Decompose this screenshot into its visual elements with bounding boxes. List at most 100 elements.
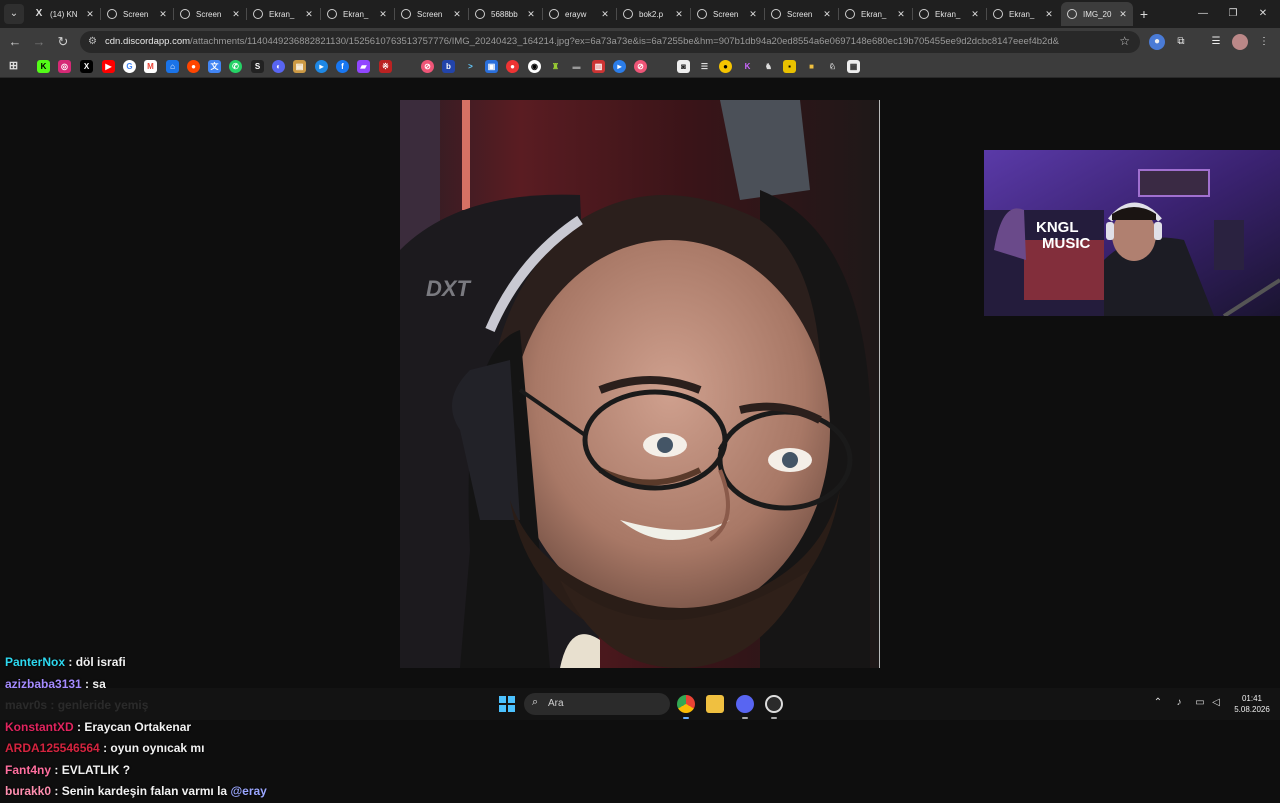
- system-clock[interactable]: 01:41 5.08.2026: [1232, 693, 1272, 715]
- close-window-button[interactable]: ✕: [1248, 4, 1278, 24]
- extension-icon[interactable]: ●: [1149, 34, 1165, 50]
- tab-close-icon[interactable]: ✕: [303, 9, 315, 20]
- bookmark-icon-7[interactable]: ⌂: [166, 60, 179, 73]
- chrome-taskbar-icon[interactable]: [677, 695, 695, 713]
- bookmark-icon-33[interactable]: ♞: [762, 60, 775, 73]
- browser-tab[interactable]: IMG_20 ✕: [1061, 2, 1133, 26]
- file-explorer-taskbar-icon[interactable]: [706, 695, 724, 713]
- obs-taskbar-icon[interactable]: [765, 695, 783, 713]
- browser-menu-icon[interactable]: ⋮: [1256, 34, 1272, 50]
- bookmark-star-icon[interactable]: ☆: [1119, 34, 1130, 48]
- bookmark-icon-13[interactable]: ▤: [293, 60, 306, 73]
- address-bar[interactable]: ⚙ cdn.discordapp.com/attachments/1140449…: [80, 31, 1140, 53]
- bookmark-icon-21[interactable]: ▣: [485, 60, 498, 73]
- facebook-bookmark-icon[interactable]: f: [336, 60, 349, 73]
- bookmark-icon-34[interactable]: ▪: [783, 60, 796, 73]
- bookmark-icon-19[interactable]: b: [442, 60, 455, 73]
- browser-tab[interactable]: Ekran_ ✕: [913, 2, 985, 26]
- folder-bookmark-icon[interactable]: ■: [805, 60, 818, 73]
- attachment-image[interactable]: DXT: [400, 100, 880, 668]
- tab-close-icon[interactable]: ✕: [747, 9, 759, 20]
- tab-close-icon[interactable]: ✕: [157, 9, 169, 20]
- tab-close-icon[interactable]: ✕: [230, 9, 242, 20]
- whatsapp-bookmark-icon[interactable]: ✆: [229, 60, 242, 73]
- tab-separator: [838, 8, 839, 20]
- bookmark-icon-22[interactable]: ●: [506, 60, 519, 73]
- bookmark-icon-20[interactable]: >: [464, 60, 477, 73]
- x-bookmark-icon[interactable]: X: [80, 60, 93, 73]
- browser-tab[interactable]: Ekran_ ✕: [321, 2, 393, 26]
- gmail-bookmark-icon[interactable]: M: [144, 60, 157, 73]
- apps-grid-icon[interactable]: ⊞: [7, 60, 20, 73]
- new-tab-button[interactable]: +: [1136, 4, 1152, 24]
- bookmark-icon-32[interactable]: K: [741, 60, 754, 73]
- youtube-bookmark-icon[interactable]: ▶: [102, 60, 115, 73]
- instagram-bookmark-icon[interactable]: ◎: [58, 60, 71, 73]
- tab-separator: [246, 8, 247, 20]
- browser-tab[interactable]: erayw ✕: [543, 2, 615, 26]
- bookmark-icon-12[interactable]: ◐: [272, 60, 285, 73]
- bookmark-icon-29[interactable]: ◙: [677, 60, 690, 73]
- bookmark-icon-31[interactable]: ●: [719, 60, 732, 73]
- start-menu-button[interactable]: [499, 696, 515, 712]
- profile-avatar[interactable]: [1232, 34, 1248, 50]
- tab-close-icon[interactable]: ✕: [525, 9, 537, 20]
- taskbar-search-box[interactable]: ⌕ Ara: [524, 693, 670, 715]
- browser-tab[interactable]: Screen ✕: [101, 2, 173, 26]
- tab-close-icon[interactable]: ✕: [673, 9, 685, 20]
- browser-tab[interactable]: Screen ✕: [691, 2, 763, 26]
- extensions-puzzle-icon[interactable]: ⧉: [1173, 34, 1189, 50]
- browser-tab[interactable]: Screen ✕: [765, 2, 837, 26]
- browser-tab[interactable]: 5688bb ✕: [469, 2, 541, 26]
- tab-close-icon[interactable]: ✕: [599, 9, 611, 20]
- kick-bookmark-icon[interactable]: K: [37, 60, 50, 73]
- discord-taskbar-icon[interactable]: [736, 695, 754, 713]
- show-hidden-icons-chevron-icon[interactable]: ⌃: [1151, 697, 1165, 708]
- bookmark-icon-28[interactable]: ⊘: [634, 60, 647, 73]
- site-info-icon[interactable]: ⚙: [88, 36, 100, 48]
- browser-tab[interactable]: Ekran_ ✕: [839, 2, 911, 26]
- url-text[interactable]: cdn.discordapp.com/attachments/114044923…: [105, 36, 1059, 47]
- browser-tab[interactable]: Ekran_ ✕: [247, 2, 319, 26]
- tab-close-icon[interactable]: ✕: [1043, 9, 1055, 20]
- tab-close-icon[interactable]: ✕: [377, 9, 389, 20]
- translate-bookmark-icon[interactable]: 文: [208, 60, 221, 73]
- forward-button[interactable]: →: [29, 32, 49, 52]
- tab-close-icon[interactable]: ✕: [451, 9, 463, 20]
- bookmark-icon-17[interactable]: ※: [379, 60, 392, 73]
- bookmark-icon-27[interactable]: ▸: [613, 60, 626, 73]
- tab-close-icon[interactable]: ✕: [1117, 9, 1129, 20]
- browser-tab[interactable]: Ekran_ ✕: [987, 2, 1059, 26]
- bookmark-icon-26[interactable]: ▥: [592, 60, 605, 73]
- browser-tab[interactable]: X (14) KN ✕: [28, 2, 100, 26]
- bookmark-icon-30[interactable]: ☰: [698, 60, 711, 73]
- reddit-bookmark-icon[interactable]: ●: [187, 60, 200, 73]
- browser-tab[interactable]: Screen ✕: [395, 2, 467, 26]
- bookmark-icon-25[interactable]: ▬: [570, 60, 583, 73]
- tab-close-icon[interactable]: ✕: [821, 9, 833, 20]
- bookmark-icon-37[interactable]: ▦: [847, 60, 860, 73]
- tab-strip: ⌄ X (14) KN ✕ Screen ✕ Screen ✕ Ekran_ ✕ Ekran_ ✕ S…: [0, 0, 1280, 28]
- browser-tab[interactable]: bok2.p ✕: [617, 2, 689, 26]
- browser-tab[interactable]: Screen ✕: [174, 2, 246, 26]
- maximize-button[interactable]: ❐: [1218, 4, 1248, 24]
- back-button[interactable]: ←: [5, 32, 25, 52]
- bookmark-icon-24[interactable]: ♜: [549, 60, 562, 73]
- bookmark-icon-11[interactable]: S: [251, 60, 264, 73]
- microphone-icon[interactable]: ♪: [1172, 697, 1186, 708]
- tab-close-icon[interactable]: ✕: [969, 9, 981, 20]
- tab-close-icon[interactable]: ✕: [895, 9, 907, 20]
- tab-search-button[interactable]: ⌄: [4, 4, 24, 24]
- tab-close-icon[interactable]: ✕: [84, 9, 96, 20]
- reload-button[interactable]: ↻: [53, 32, 73, 52]
- minimize-button[interactable]: —: [1188, 4, 1218, 24]
- network-icon[interactable]: ▭: [1193, 697, 1207, 708]
- volume-icon[interactable]: ◁: [1209, 697, 1223, 708]
- media-controls-icon[interactable]: ☰: [1208, 34, 1224, 50]
- bookmark-icon-23[interactable]: ◉: [528, 60, 541, 73]
- bookmark-icon-18[interactable]: ⊘: [421, 60, 434, 73]
- bookmark-icon-14[interactable]: ▸: [315, 60, 328, 73]
- bookmark-icon-36[interactable]: ♘: [826, 60, 839, 73]
- twitch-bookmark-icon[interactable]: ▰: [357, 60, 370, 73]
- google-bookmark-icon[interactable]: G: [123, 60, 136, 73]
